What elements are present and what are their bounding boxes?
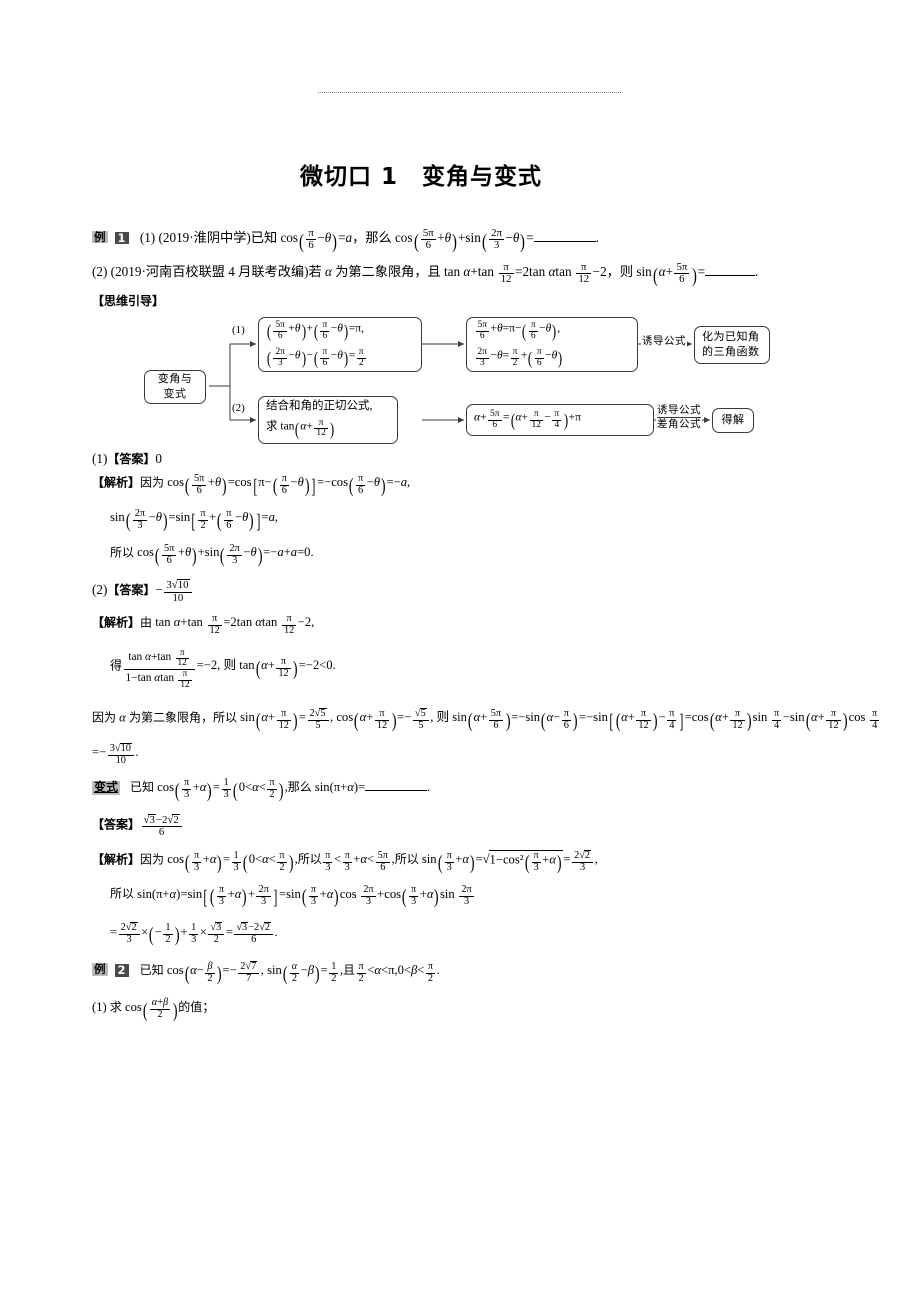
example1-part1: 例1 (1) (2019·淮阴中学)已知 cos(π 6 −θ)=a，那么 cos(… bbox=[92, 227, 882, 253]
example2-tag: 例2 bbox=[92, 962, 129, 978]
solution1-line3: 所以 cos(5π 6 +θ)+sin(2π 3 −θ)=−a+a=0. bbox=[110, 542, 314, 567]
flow-b1-result-line2: 的三角函数 bbox=[702, 345, 760, 359]
answer2-label: (2)【答案】− 3√10 10 bbox=[92, 579, 193, 604]
thinking-guide-flowchart: 变角与 变式 (1) (2) (5π 6 +θ)+(π 6 −θ)=π, (2π 3 −θ)… bbox=[92, 314, 882, 445]
solution2-line2: 得 tan α+tan π 12 1−tan αtan π 12 =−2, 则 tan(α… bbox=[110, 647, 336, 690]
flow-node-b2-line1: 结合和角的正切公式, bbox=[266, 400, 373, 413]
thinking-guide-label: 【思维引导】 bbox=[92, 294, 165, 309]
flow-branch2-number: (2) bbox=[232, 402, 245, 415]
variation-solution-line3: = 2√2 3 ×(− 1 2)+ 1 3 × √3 2 = √3−2√2 6. bbox=[110, 922, 278, 947]
example1-part2-text: (2) (2019·河南百校联盟 4 月联考改编)若 α 为第二象限角，且 ta… bbox=[92, 261, 759, 287]
flow-b1-result-line1: 化为已知角 bbox=[702, 330, 760, 344]
flow-node-b1b-line2: 2π 3 −θ= π 2 +(π 6 −θ) bbox=[475, 346, 563, 369]
answer1-label: (1)【答案】0 bbox=[92, 451, 162, 467]
flow-node-b1-line2: (2π 3 −θ)−(π 6 −θ)= π 2 bbox=[266, 346, 366, 369]
page-title: 微切口 1 变角与变式 bbox=[300, 164, 543, 190]
flow-node-b1-line1: (5π 6 +θ)+(π 6 −θ)=π, bbox=[266, 319, 364, 341]
variation-answer-blank bbox=[365, 779, 428, 791]
flow-node-b2-result: 得解 bbox=[712, 408, 754, 434]
flow-edge1-label: 诱导公式 bbox=[641, 335, 687, 349]
answer1-row: (1)【答案】0 bbox=[92, 452, 882, 466]
flow-node-b2: 结合和角的正切公式, 求 tan(α+ π 12) bbox=[258, 396, 398, 445]
flow-root-line1: 变角与 bbox=[157, 372, 193, 386]
example1-part1-text: (1) (2019·淮阴中学)已知 cos(π 6 −θ)=a，那么 cos(5π 6… bbox=[139, 227, 599, 253]
example1-part2: (2) (2019·河南百校联盟 4 月联考改编)若 α 为第二象限角，且 ta… bbox=[92, 261, 882, 287]
solution2-line3: 因为 α 为第二象限角，所以 sin(α+ π 12)= 2√5 5, cos(α+ π 1… bbox=[92, 707, 880, 766]
flow-node-b1b-line1: 5π 6 +θ=π−(π 6 −θ), bbox=[475, 319, 561, 341]
solution1-line1: 【解析】因为 cos(5π 6 +θ)=cos[π−(π 6 −θ)]=−cos(π 6−… bbox=[92, 472, 411, 498]
flow-root-line2: 变式 bbox=[163, 387, 187, 401]
variation-answer: 【答案】 √3−2√2 6 bbox=[92, 814, 882, 839]
answer2-row: (2)【答案】− 3√10 10 bbox=[92, 579, 882, 604]
flow-edge2-label-line2: 差角公式 bbox=[657, 417, 701, 431]
flow-node-b1-result: 化为已知角 的三角函数 bbox=[694, 326, 770, 365]
document-page: 微切口 1 变角与变式 例1 (1) (2019·淮阴中学)已知 cos(π 6−… bbox=[0, 0, 920, 1291]
dotted-rule bbox=[318, 92, 621, 93]
flow-node-b1b: 5π 6 +θ=π−(π 6 −θ), 2π 3 −θ= π 2 +(π 6 −θ) bbox=[466, 317, 638, 373]
variation-solution-line2: 所以 sin(π+α)=sin[(π 3 +α)+ 2π 3]=sin(π 3 +α)cos… bbox=[110, 884, 474, 910]
flow-edge2-label-line1: 诱导公式 bbox=[657, 404, 701, 417]
flow-node-b2-line2: 求 tan(α+ π 12) bbox=[266, 417, 335, 439]
answer-blank-1 bbox=[533, 229, 596, 242]
flow-node-b2b-text: α+ 5π 6 =(α+ π 12− π 4)+π bbox=[474, 408, 581, 431]
flow-node-b2b: α+ 5π 6 =(α+ π 12− π 4)+π bbox=[466, 404, 654, 437]
flow-b2-result-text: 得解 bbox=[721, 413, 745, 427]
document-content: 例1 (1) (2019·淮阴中学)已知 cos(π 6 −θ)=a，那么 cos(… bbox=[92, 227, 882, 1025]
flow-branch1-number: (1) bbox=[232, 324, 245, 337]
example2-sub1: (1) 求 cos(α+β 2)的值； bbox=[92, 997, 215, 1022]
variation-solution-line1: 【解析】因为 cos(π 3 +α)= 1 3 (0<α< π 2),所以 π 3 < π 3 +α< 5π… bbox=[92, 849, 598, 874]
flow-edge2-label: 诱导公式 差角公式 bbox=[656, 404, 702, 432]
example2-question: 例2 已知 cos(α− β 2)=− 2√7 7, sin(α 2 −β)= 1 2 ,且 π 2 <… bbox=[92, 960, 440, 985]
solution2-line1: 【解析】由 tan α+tan π 12 =2tan αtan π 12 −2, bbox=[92, 613, 315, 636]
variation-question: 变式 已知 cos(π 3 +α)= 1 3 (0<α< π 2),那么 sin(π+α)=. bbox=[92, 777, 431, 802]
flow-node-root: 变角与 变式 bbox=[144, 370, 206, 405]
solution1-line2: sin(2π 3 −θ)=sin[π 2 +(π 6 −θ)]=a, bbox=[110, 507, 279, 533]
flow-node-b1: (5π 6 +θ)+(π 6 −θ)=π, (2π 3 −θ)−(π 6 −θ)= π 2 bbox=[258, 317, 422, 373]
example1-tag: 例1 bbox=[92, 230, 129, 245]
answer-blank-2 bbox=[705, 263, 756, 276]
